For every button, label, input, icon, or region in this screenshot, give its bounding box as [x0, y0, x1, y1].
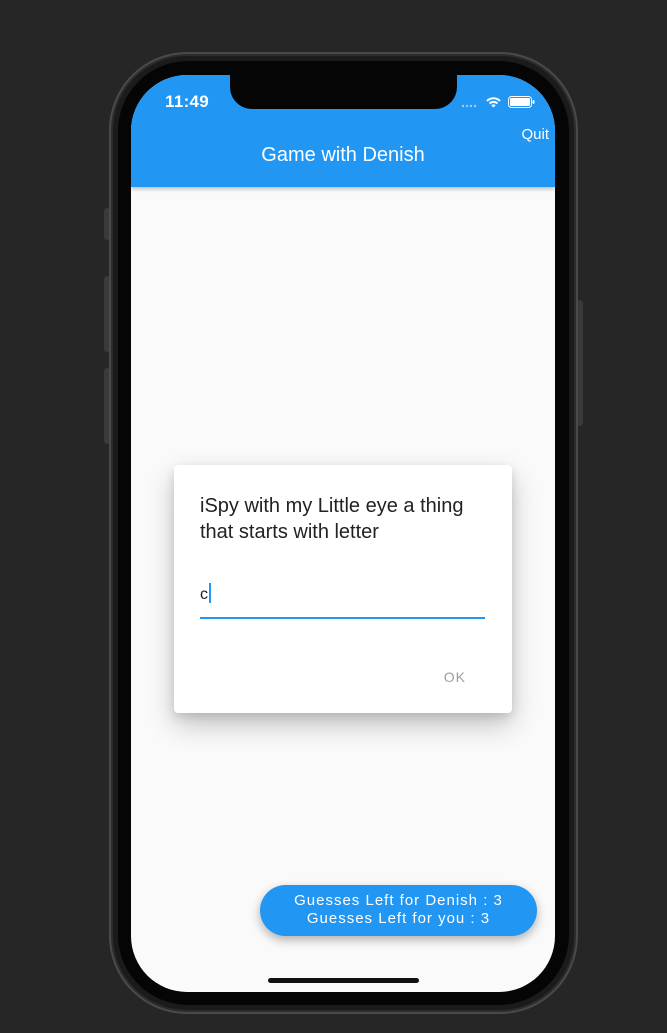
guess-input-value: c	[200, 586, 208, 603]
guess-dialog: iSpy with my Little eye a thing that sta…	[174, 465, 512, 713]
status-time: 11:49	[165, 92, 210, 111]
ok-button[interactable]: OK	[444, 669, 466, 685]
guesses-left-button[interactable]: Guesses Left for Denish : 3 Guesses Left…	[260, 885, 537, 936]
guess-input[interactable]: c	[200, 575, 485, 619]
dialog-message: iSpy with my Little eye a thing that sta…	[200, 495, 464, 543]
page-title: Game with Denish	[261, 144, 425, 166]
notch	[230, 75, 457, 109]
guesses-left-you: Guesses Left for you : 3	[306, 910, 491, 927]
guess-input-wrap: c	[200, 583, 211, 604]
signal-icon	[461, 95, 479, 113]
simulator-background: 11:49 Game with Denish Quit iSpy with my…	[0, 0, 667, 1033]
guesses-left-denish: Guesses Left for Denish : 3	[294, 892, 503, 909]
app-bar: 11:49 Game with Denish Quit	[131, 75, 555, 187]
quit-button[interactable]: Quit	[521, 126, 549, 143]
wifi-icon	[485, 95, 502, 113]
battery-icon	[508, 95, 535, 113]
status-icons	[461, 95, 535, 113]
text-caret	[209, 583, 211, 603]
phone-screen: 11:49 Game with Denish Quit iSpy with my…	[131, 75, 555, 992]
home-indicator	[268, 978, 419, 983]
